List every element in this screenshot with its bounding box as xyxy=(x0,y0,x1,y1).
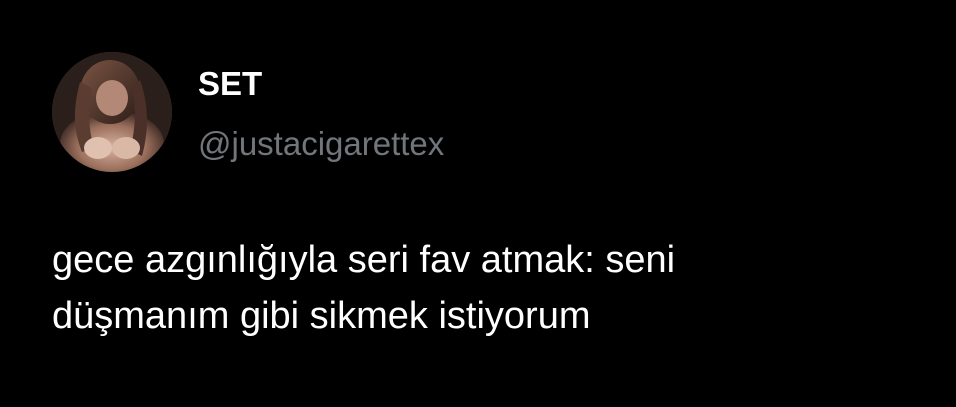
avatar[interactable] xyxy=(52,52,172,172)
display-name[interactable]: SET xyxy=(198,64,262,104)
tweet-text-line-2: düşmanım gibi sikmek istiyorum xyxy=(52,295,591,337)
user-handle[interactable]: @justacigarettex xyxy=(198,124,444,164)
profile-photo-icon xyxy=(52,52,172,172)
tweet-text-line-1: gece azgınlığıyla seri fav atmak: seni xyxy=(52,239,676,281)
tweet-text: gece azgınlığıyla seri fav atmak: seni d… xyxy=(52,232,932,344)
tweet-card: SET @justacigarettex gece azgınlığıyla s… xyxy=(0,0,956,407)
